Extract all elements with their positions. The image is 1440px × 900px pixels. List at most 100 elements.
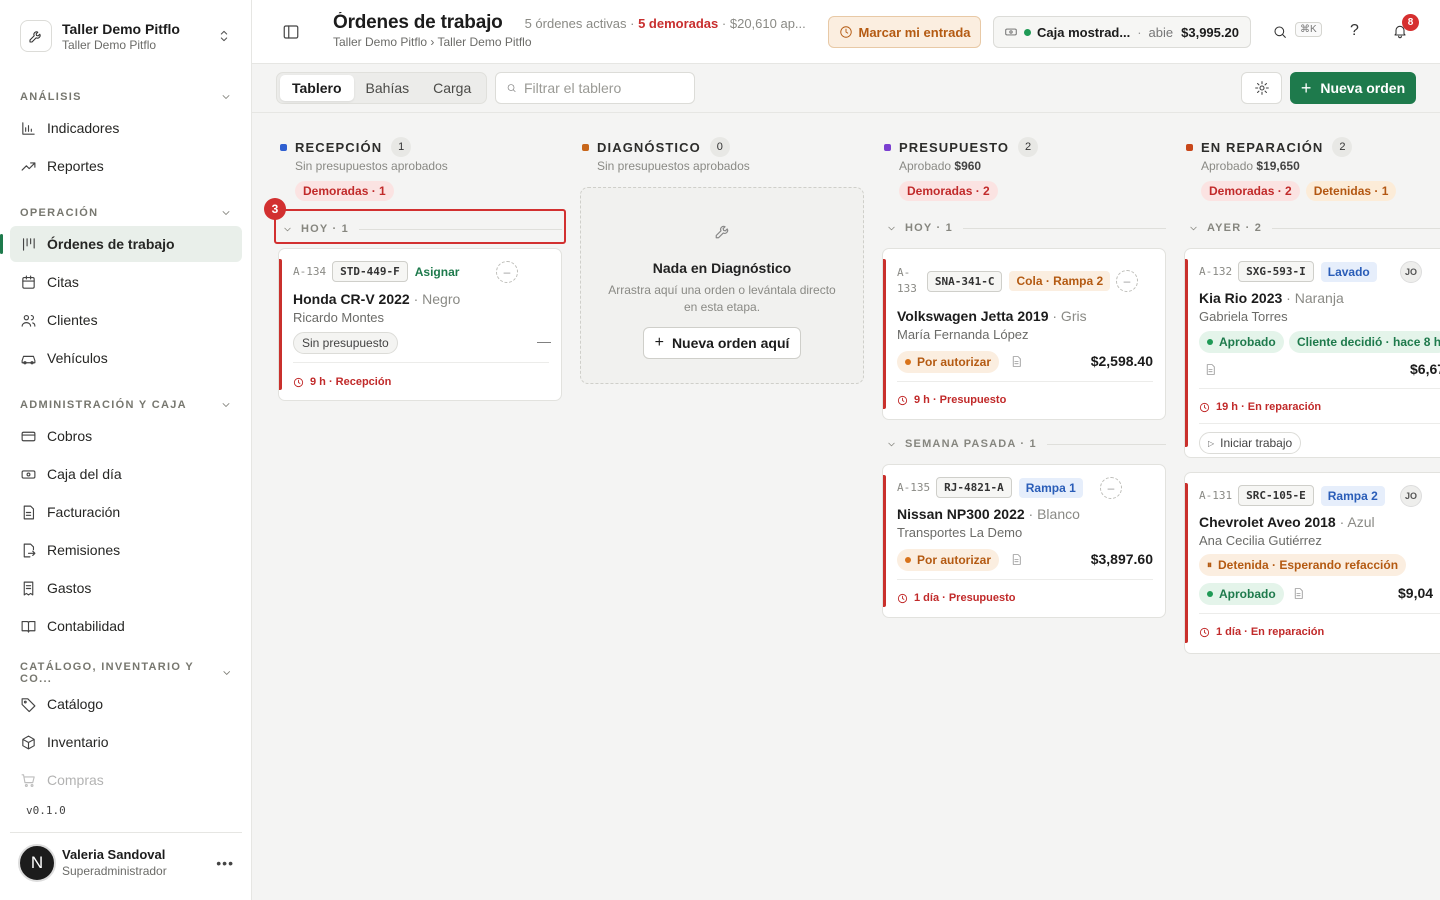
sidebar-item-label: Gastos [47, 580, 92, 596]
status-badge: Aprobado [1199, 331, 1284, 353]
tab-tablero[interactable]: Tablero [280, 75, 354, 101]
sidebar-item-clientes[interactable]: Clientes [10, 302, 242, 338]
breadcrumb: Taller Demo Pitflo › Taller Demo Pitflo [333, 35, 532, 49]
register-amount: $3,995.20 [1181, 24, 1239, 40]
sidebar-item-inventario[interactable]: Inventario [10, 724, 242, 760]
document-icon[interactable] [1292, 587, 1305, 600]
document-icon [23, 505, 35, 519]
document-icon[interactable] [1204, 363, 1217, 376]
user-menu[interactable]: N Valeria Sandoval Superadministrador ••… [10, 832, 242, 892]
sidebar-item-cobros[interactable]: Cobros [10, 418, 242, 454]
sidebar-item-caja[interactable]: Caja del día [10, 456, 242, 492]
assign-mechanic-icon[interactable]: – [496, 261, 518, 283]
section-title: ADMINISTRACIÓN Y CAJA [20, 399, 187, 411]
customer-name: Transportes La Demo [897, 525, 1023, 540]
sidebar-item-gastos[interactable]: Gastos [10, 570, 242, 606]
wrench-icon [20, 20, 52, 52]
group-header-last-week[interactable]: SEMANA PASADA · 1 [886, 435, 1166, 453]
section-header[interactable]: CATÁLOGO, INVENTARIO Y CO... [10, 661, 242, 685]
section-header[interactable]: ANÁLISIS [10, 86, 242, 108]
receipt-icon [23, 581, 34, 595]
plus-icon: + [654, 334, 664, 351]
clock-icon [839, 26, 852, 38]
customer-name: Ricardo Montes [293, 310, 385, 325]
column-count: 2 [1332, 137, 1353, 157]
document-icon[interactable] [1010, 553, 1023, 566]
mechanic-avatar[interactable]: JO [1400, 261, 1422, 283]
column-color-dot [884, 143, 891, 151]
workspace-switcher[interactable]: Taller Demo Pitflo Taller Demo Pitflo [10, 10, 242, 62]
tab-bahias[interactable]: Bahías [354, 75, 422, 101]
more-icon[interactable]: ••• [216, 855, 234, 871]
order-card-a133[interactable]: A- 133 SNA-341-C Cola · Rampa 2 – Volkswa… [882, 248, 1166, 420]
elapsed-time: 1 día · En reparación [1199, 626, 1324, 638]
late-pill[interactable]: Demoradas · 2 [1201, 181, 1300, 201]
order-amount: $3,897.60 [1090, 551, 1153, 567]
sidebar-item-contabilidad[interactable]: Contabilidad [10, 608, 242, 644]
sidebar-toggle-icon[interactable] [282, 23, 300, 41]
section-header[interactable]: OPERACIÓN [10, 202, 242, 224]
chart-bar-icon [22, 121, 35, 135]
status-dot [1207, 339, 1213, 345]
tag-icon [21, 697, 36, 712]
section-operacion: OPERACIÓN Órdenes de trabajo Citas Clien… [0, 202, 242, 376]
order-amount: $2,598.40 [1090, 353, 1153, 369]
sidebar-item-citas[interactable]: Citas [10, 264, 242, 300]
divider [962, 227, 1166, 229]
cash-register-selector[interactable]: Caja mostrad... · abie $3,995.20 [993, 16, 1251, 48]
notification-badge: 8 [1402, 14, 1419, 31]
sidebar-item-label: Compras [47, 772, 104, 788]
sidebar-item-remisiones[interactable]: Remisiones [10, 532, 242, 568]
vehicle-color: · Gris [1052, 308, 1087, 324]
clock-icon [1199, 402, 1210, 412]
chevron-updown-icon [216, 28, 232, 44]
on-hold-pill[interactable]: Detenidas · 1 [1305, 181, 1397, 201]
vehicle-name: Volkswagen Jetta 2019 · Gris [897, 308, 1087, 324]
tab-carga[interactable]: Carga [421, 75, 483, 101]
sidebar-item-facturacion[interactable]: Facturación [10, 494, 242, 530]
start-work-button[interactable]: ▷ Iniciar trabajo [1199, 432, 1302, 454]
order-card-a134[interactable]: A-134 STD-449-F Asignar – Honda CR-V 202… [278, 248, 562, 401]
status-label: Aprobado [1219, 335, 1276, 349]
status-label: Por autorizar [917, 553, 992, 567]
order-card-a132[interactable]: A-132 SXG-593-I Lavado JO Kia Rio 2023 ·… [1184, 248, 1440, 458]
search-icon[interactable] [1272, 24, 1288, 40]
group-header-today[interactable]: HOY · 1 [886, 219, 1166, 237]
section-title: OPERACIÓN [20, 207, 99, 219]
vehicle-name: Nissan NP300 2022 · Blanco [897, 506, 1080, 522]
late-pill[interactable]: Demoradas · 2 [899, 181, 998, 201]
new-order-button[interactable]: + Nueva orden [1290, 72, 1416, 104]
help-icon[interactable]: ? [1350, 22, 1359, 40]
sidebar-item-catalogo[interactable]: Catálogo [10, 686, 242, 722]
new-order-here-button[interactable]: + Nueva orden aquí [643, 327, 801, 359]
sidebar-item-compras[interactable]: Compras [10, 762, 242, 798]
mechanic-avatar[interactable]: JO [1400, 485, 1422, 507]
document-icon[interactable] [1010, 355, 1023, 368]
order-card-a135[interactable]: A-135 RJ-4821-A Rampa 1 – Nissan NP300 2… [882, 464, 1166, 618]
bay-tag: Cola · Rampa 2 [1009, 271, 1111, 291]
column-pills: Demoradas · 2 [899, 181, 998, 201]
sidebar-item-reportes[interactable]: Reportes [10, 148, 242, 184]
empty-description: Arrastra aquí una orden o levántala dire… [608, 283, 836, 314]
header-meta: 5 órdenes activas · 5 demoradas · $20,61… [525, 16, 806, 31]
late-pill[interactable]: Demoradas · 1 [295, 181, 394, 201]
assign-link[interactable]: Asignar [415, 265, 460, 279]
bay-tag: Lavado [1320, 261, 1377, 282]
order-card-a131[interactable]: A-131 SRC-105-E Rampa 2 JO Chevrolet Ave… [1184, 472, 1440, 654]
sidebar-item-indicadores[interactable]: Indicadores [10, 110, 242, 146]
start-work-label: Iniciar trabajo [1220, 436, 1293, 450]
register-status: abie [1148, 24, 1174, 40]
board-settings-button[interactable] [1241, 72, 1282, 104]
order-id-prefix: A- [897, 266, 911, 279]
board-filter-input[interactable] [524, 80, 684, 96]
divider [293, 362, 549, 363]
sidebar-item-ordenes[interactable]: Órdenes de trabajo [0, 226, 242, 262]
group-header-yesterday[interactable]: AYER · 2 [1188, 219, 1440, 237]
assign-mechanic-icon[interactable]: – [1116, 270, 1138, 292]
sidebar-item-vehiculos[interactable]: Vehículos [10, 340, 242, 376]
section-header[interactable]: ADMINISTRACIÓN Y CAJA [10, 394, 242, 416]
separator: · [1137, 24, 1142, 40]
assign-mechanic-icon[interactable]: – [1100, 477, 1122, 499]
empty-dropzone[interactable]: Nada en Diagnóstico Arrastra aquí una or… [580, 187, 864, 384]
clock-in-button[interactable]: Marcar mi entrada [828, 16, 981, 48]
